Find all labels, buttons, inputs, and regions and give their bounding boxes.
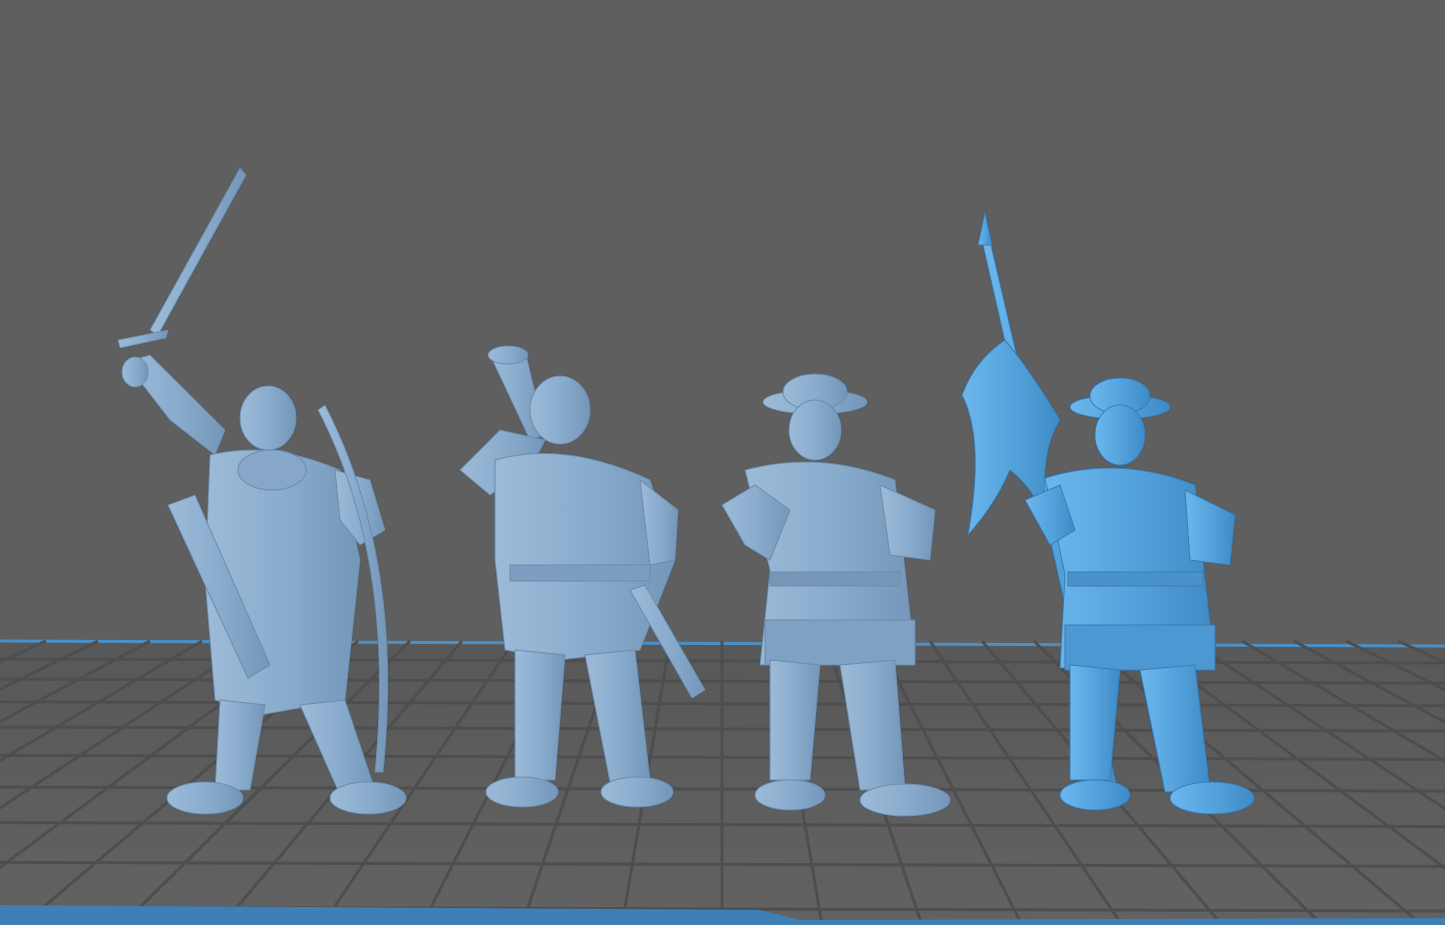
scene-canvas[interactable] — [0, 0, 1445, 925]
3d-viewport[interactable] — [0, 0, 1445, 925]
